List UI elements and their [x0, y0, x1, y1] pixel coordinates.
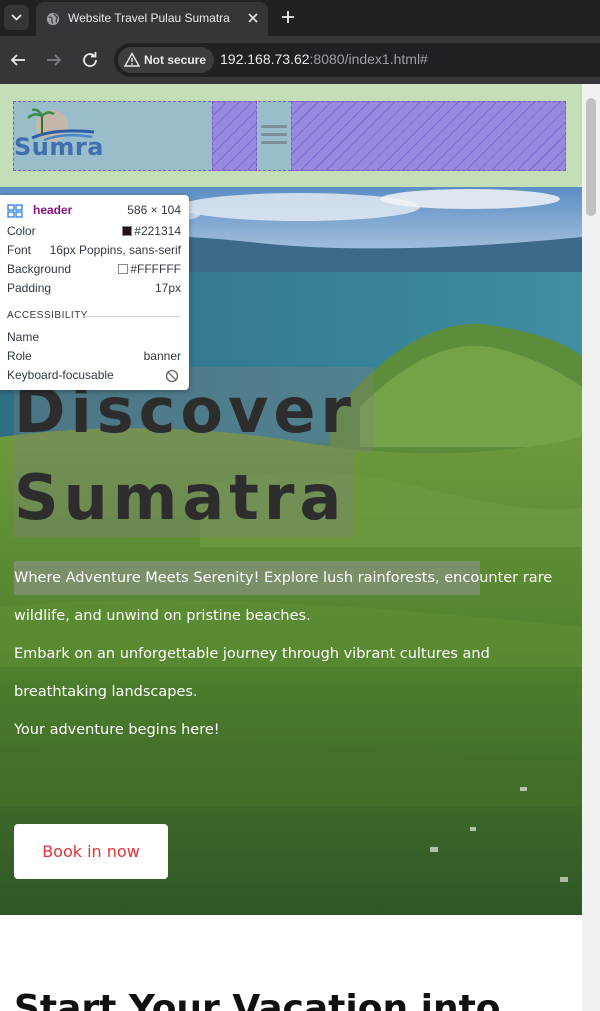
hero-description: Embark on an unforgettable journey throu… [14, 646, 490, 700]
reload-button[interactable] [78, 48, 102, 72]
browser-tab-bar: Website Travel Pulau Sumatra [0, 0, 600, 36]
tooltip-row-font: Font 16px Poppins, sans-serif [7, 243, 181, 259]
tooltip-row-background: Background #FFFFFF [7, 262, 181, 278]
tab-title: Website Travel Pulau Sumatra [68, 11, 230, 25]
color-value: #221314 [134, 224, 181, 238]
tooltip-row-color: Color #221314 [7, 224, 181, 240]
logo-text: Sumra [14, 133, 104, 161]
tooltip-row-name: Name [7, 330, 181, 346]
accessibility-heading: ACCESSIBILITY [7, 310, 88, 321]
not-allowed-icon [165, 369, 179, 383]
divider [84, 316, 180, 317]
tooltip-row-role: Role banner [7, 349, 181, 365]
address-bar[interactable]: Not secure 192.168.73.62:8080/index1.htm… [114, 43, 600, 77]
warning-icon [124, 52, 140, 67]
hero-description: Your adventure begins here! [14, 722, 220, 738]
element-tag: header [33, 203, 73, 217]
tab-search-button[interactable] [4, 5, 29, 30]
tooltip-header-row: header 586 × 104 [7, 203, 181, 219]
element-size: 586 × 104 [127, 203, 181, 217]
tooltip-key: Font [7, 243, 32, 257]
browser-toolbar: Not secure 192.168.73.62:8080/index1.htm… [0, 36, 600, 84]
devtools-inspect-tooltip: header 586 × 104 Color #221314 Font 16px… [0, 195, 189, 390]
page-scrollbar[interactable] [582, 84, 600, 1011]
plus-icon [282, 11, 294, 23]
tooltip-value: #FFFFFF [118, 262, 181, 276]
section-title: Start Your Vacation into [14, 988, 501, 1011]
tooltip-row-keyboard-focusable: Keyboard-focusable [7, 368, 181, 384]
reload-icon [83, 52, 97, 67]
header: Sumra [0, 84, 582, 187]
hero-description: Where Adventure Meets Serenity! Explore … [14, 570, 553, 624]
grid-layout-icon [7, 204, 23, 218]
arrow-right-icon [47, 54, 62, 66]
security-label: Not secure [144, 53, 207, 67]
tooltip-key: Background [7, 262, 72, 276]
close-icon [248, 13, 258, 23]
scrollbar-thumb[interactable] [586, 98, 596, 216]
tooltip-key: Padding [7, 281, 52, 295]
tooltip-value: 16px Poppins, sans-serif [49, 243, 181, 257]
forward-button[interactable] [42, 48, 66, 72]
tooltip-value: banner [143, 349, 181, 363]
background-value: #FFFFFF [130, 262, 181, 276]
arrow-left-icon [10, 54, 25, 66]
url-host: 192.168.73.62 [220, 51, 310, 67]
tooltip-value: 17px [154, 281, 181, 295]
color-swatch [122, 226, 133, 236]
flex-gap-highlight [291, 101, 566, 171]
tooltip-key: Role [7, 349, 32, 363]
security-chip[interactable]: Not secure [118, 47, 215, 73]
tab-close-button[interactable] [244, 9, 262, 27]
book-now-button[interactable]: Book in now [14, 824, 168, 879]
site-logo[interactable]: Sumra [14, 104, 103, 162]
back-button[interactable] [6, 48, 30, 72]
tooltip-key: Name [7, 330, 40, 344]
url-path: :8080/index1.html# [309, 51, 428, 67]
flex-gap-highlight [212, 101, 257, 171]
tooltip-row-padding: Padding 17px [7, 281, 181, 297]
tooltip-value: #221314 [122, 224, 181, 238]
new-tab-button[interactable] [278, 6, 298, 28]
tooltip-key: Keyboard-focusable [7, 368, 114, 382]
tooltip-key: Color [7, 224, 36, 238]
chevron-down-icon [11, 14, 22, 21]
color-swatch [118, 264, 129, 274]
hamburger-menu-icon[interactable] [261, 125, 287, 145]
hero-title-line-2: Sumatra [14, 461, 347, 534]
browser-tab[interactable]: Website Travel Pulau Sumatra [36, 2, 268, 36]
url-text[interactable]: 192.168.73.62:8080/index1.html# [220, 51, 428, 67]
globe-icon [46, 12, 60, 26]
